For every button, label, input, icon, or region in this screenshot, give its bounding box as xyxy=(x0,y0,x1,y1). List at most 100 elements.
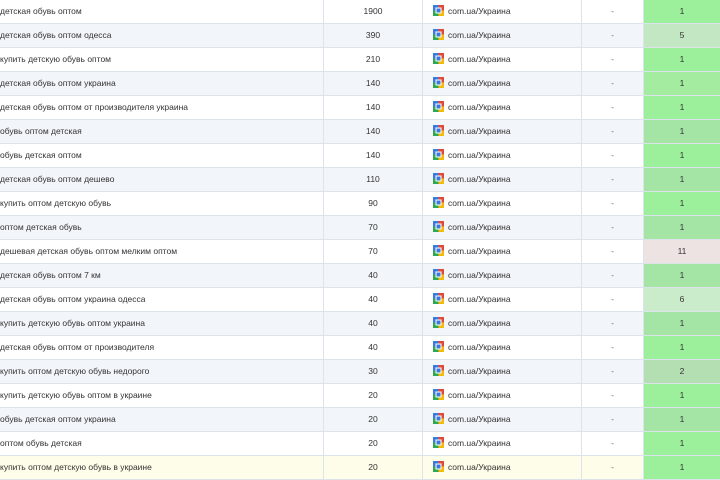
volume-cell: 90 xyxy=(368,198,378,208)
volume-cell: 210 xyxy=(365,54,381,64)
search-engine-label: com.ua/Украина xyxy=(448,462,511,472)
table-row: дешевая детская обувь оптом мелким оптом… xyxy=(0,240,720,264)
volume-cell: 40 xyxy=(368,318,378,328)
position-cell: 1 xyxy=(644,168,720,191)
change-cell: - xyxy=(611,174,614,184)
search-engine-label: com.ua/Украина xyxy=(448,246,511,256)
google-icon xyxy=(433,341,444,353)
position-cell: 1 xyxy=(644,0,720,23)
table-row: обувь детская оптом 140 com.ua/Украина -… xyxy=(0,144,720,168)
search-engine-cell: com.ua/Украина xyxy=(423,264,581,287)
position-cell: 1 xyxy=(644,216,720,239)
search-engine-label: com.ua/Украина xyxy=(448,294,511,304)
google-icon xyxy=(433,53,444,65)
volume-cell: 140 xyxy=(365,126,381,136)
keyword-cell: купить оптом детскую обувь в украине xyxy=(0,462,152,472)
search-engine-cell: com.ua/Украина xyxy=(423,216,581,239)
keyword-cell: обувь оптом детская xyxy=(0,126,82,136)
search-engine-label: com.ua/Украина xyxy=(448,102,511,112)
google-icon xyxy=(433,317,444,329)
search-engine-label: com.ua/Украина xyxy=(448,6,511,16)
search-engine-cell: com.ua/Украина xyxy=(423,336,581,359)
position-cell: 1 xyxy=(644,144,720,167)
volume-cell: 1900 xyxy=(363,6,383,16)
google-icon xyxy=(433,5,444,17)
volume-cell: 390 xyxy=(365,30,381,40)
table-row: обувь оптом детская 140 com.ua/Украина -… xyxy=(0,120,720,144)
search-engine-cell: com.ua/Украина xyxy=(423,384,581,407)
position-cell: 1 xyxy=(644,432,720,455)
search-engine-cell: com.ua/Украина xyxy=(423,120,581,143)
table-row: детская обувь оптом дешево 110 com.ua/Ук… xyxy=(0,168,720,192)
google-icon xyxy=(433,197,444,209)
keyword-cell: купить оптом детскую обувь xyxy=(0,198,112,208)
volume-cell: 20 xyxy=(368,414,378,424)
change-cell: - xyxy=(611,30,614,40)
change-cell: - xyxy=(611,270,614,280)
google-icon xyxy=(433,173,444,185)
search-engine-cell: com.ua/Украина xyxy=(423,360,581,383)
keyword-cell: купить детскую обувь оптом украина xyxy=(0,318,145,328)
google-icon xyxy=(433,437,444,449)
table-row: купить оптом детскую обувь 90 com.ua/Укр… xyxy=(0,192,720,216)
search-engine-cell: com.ua/Украина xyxy=(423,144,581,167)
volume-cell: 40 xyxy=(368,270,378,280)
google-icon xyxy=(433,413,444,425)
position-cell: 1 xyxy=(644,408,720,431)
change-cell: - xyxy=(611,390,614,400)
change-cell: - xyxy=(611,294,614,304)
table-row: купить оптом детскую обувь в украине 20 … xyxy=(0,456,720,480)
search-engine-cell: com.ua/Украина xyxy=(423,408,581,431)
volume-cell: 110 xyxy=(366,174,380,184)
keyword-cell: купить детскую обувь оптом в украине xyxy=(0,390,152,400)
volume-cell: 40 xyxy=(368,342,378,352)
position-cell: 11 xyxy=(644,240,720,263)
keyword-cell: детская обувь оптом украина одесса xyxy=(0,294,146,304)
search-engine-cell: com.ua/Украина xyxy=(423,240,581,263)
google-icon xyxy=(433,101,444,113)
google-icon xyxy=(433,77,444,89)
position-cell: 1 xyxy=(644,456,720,479)
table-row: оптом обувь детская 20 com.ua/Украина - … xyxy=(0,432,720,456)
search-engine-label: com.ua/Украина xyxy=(448,126,511,136)
search-engine-label: com.ua/Украина xyxy=(448,174,511,184)
keyword-cell: купить детскую обувь оптом xyxy=(0,54,112,64)
search-engine-label: com.ua/Украина xyxy=(448,318,511,328)
search-engine-label: com.ua/Украина xyxy=(448,342,511,352)
search-engine-label: com.ua/Украина xyxy=(448,30,511,40)
google-icon xyxy=(433,245,444,257)
google-icon xyxy=(433,461,444,473)
change-cell: - xyxy=(611,78,614,88)
search-engine-cell: com.ua/Украина xyxy=(423,432,581,455)
keyword-cell: оптом детская обувь xyxy=(0,222,82,232)
table-row: купить оптом детскую обувь недорого 30 c… xyxy=(0,360,720,384)
search-engine-label: com.ua/Украина xyxy=(448,390,511,400)
table-row: купить детскую обувь оптом украина 40 co… xyxy=(0,312,720,336)
volume-cell: 140 xyxy=(365,102,381,112)
change-cell: - xyxy=(611,102,614,112)
search-engine-label: com.ua/Украина xyxy=(448,366,511,376)
google-icon xyxy=(433,293,444,305)
keyword-cell: купить оптом детскую обувь недорого xyxy=(0,366,150,376)
volume-cell: 20 xyxy=(368,462,378,472)
volume-cell: 40 xyxy=(368,294,378,304)
change-cell: - xyxy=(611,222,614,232)
change-cell: - xyxy=(611,438,614,448)
volume-cell: 20 xyxy=(368,438,378,448)
google-icon xyxy=(433,389,444,401)
google-icon xyxy=(433,269,444,281)
position-cell: 2 xyxy=(644,360,720,383)
change-cell: - xyxy=(611,54,614,64)
table-row: купить детскую обувь оптом 210 com.ua/Ук… xyxy=(0,48,720,72)
keyword-cell: дешевая детская обувь оптом мелким оптом xyxy=(0,246,178,256)
change-cell: - xyxy=(611,126,614,136)
google-icon xyxy=(433,125,444,137)
position-cell: 1 xyxy=(644,312,720,335)
search-engine-cell: com.ua/Украина xyxy=(423,288,581,311)
table-row: детская обувь оптом одесса 390 com.ua/Ук… xyxy=(0,24,720,48)
change-cell: - xyxy=(611,366,614,376)
keyword-cell: обувь детская оптом украина xyxy=(0,414,116,424)
keyword-cell: обувь детская оптом xyxy=(0,150,82,160)
position-cell: 1 xyxy=(644,72,720,95)
search-engine-label: com.ua/Украина xyxy=(448,438,511,448)
